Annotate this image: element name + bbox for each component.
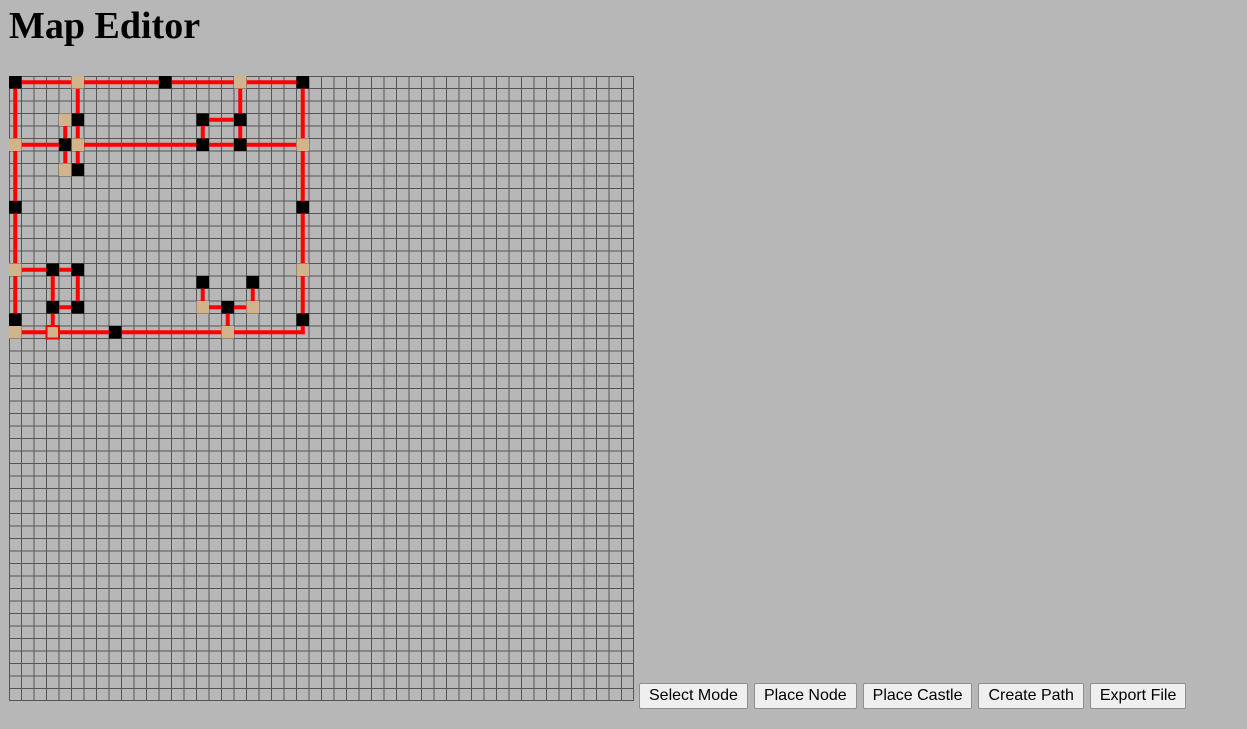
castle[interactable] bbox=[234, 76, 247, 89]
castle[interactable] bbox=[9, 326, 22, 339]
castle[interactable] bbox=[221, 326, 235, 339]
castle[interactable] bbox=[59, 113, 72, 127]
castle[interactable] bbox=[196, 301, 210, 314]
node[interactable] bbox=[196, 138, 210, 152]
node[interactable] bbox=[296, 76, 310, 89]
castle[interactable] bbox=[59, 163, 72, 177]
node[interactable] bbox=[234, 113, 247, 127]
castle[interactable] bbox=[296, 263, 310, 277]
node[interactable] bbox=[296, 313, 310, 327]
node[interactable] bbox=[296, 201, 310, 214]
node[interactable] bbox=[46, 301, 60, 314]
node[interactable] bbox=[9, 76, 22, 89]
castle[interactable] bbox=[9, 263, 22, 277]
node[interactable] bbox=[71, 263, 85, 277]
castle[interactable] bbox=[71, 138, 85, 152]
map-grid-canvas[interactable] bbox=[9, 76, 634, 701]
node[interactable] bbox=[71, 113, 85, 127]
export-file-button[interactable]: Export File bbox=[1089, 683, 1187, 709]
create-path-button[interactable]: Create Path bbox=[978, 683, 1084, 709]
node[interactable] bbox=[59, 138, 72, 152]
node[interactable] bbox=[71, 163, 85, 177]
castle[interactable] bbox=[246, 301, 260, 314]
castle[interactable] bbox=[9, 138, 22, 152]
castle[interactable] bbox=[296, 138, 310, 152]
node[interactable] bbox=[159, 76, 172, 89]
node[interactable] bbox=[246, 276, 260, 289]
place-castle-button[interactable]: Place Castle bbox=[862, 683, 973, 709]
node[interactable] bbox=[234, 138, 247, 152]
node[interactable] bbox=[9, 313, 22, 327]
selected-castle[interactable] bbox=[45, 325, 60, 340]
castle[interactable] bbox=[71, 76, 85, 89]
node[interactable] bbox=[109, 326, 122, 339]
node[interactable] bbox=[9, 201, 22, 214]
select-mode-button[interactable]: Select Mode bbox=[639, 683, 748, 709]
node[interactable] bbox=[196, 276, 210, 289]
node[interactable] bbox=[46, 263, 60, 277]
place-node-button[interactable]: Place Node bbox=[753, 683, 857, 709]
node[interactable] bbox=[71, 301, 85, 314]
toolbar: Select Mode Place Node Place Castle Crea… bbox=[639, 683, 1187, 709]
page-title: Map Editor bbox=[9, 5, 201, 47]
node[interactable] bbox=[196, 113, 210, 127]
node[interactable] bbox=[221, 301, 235, 314]
